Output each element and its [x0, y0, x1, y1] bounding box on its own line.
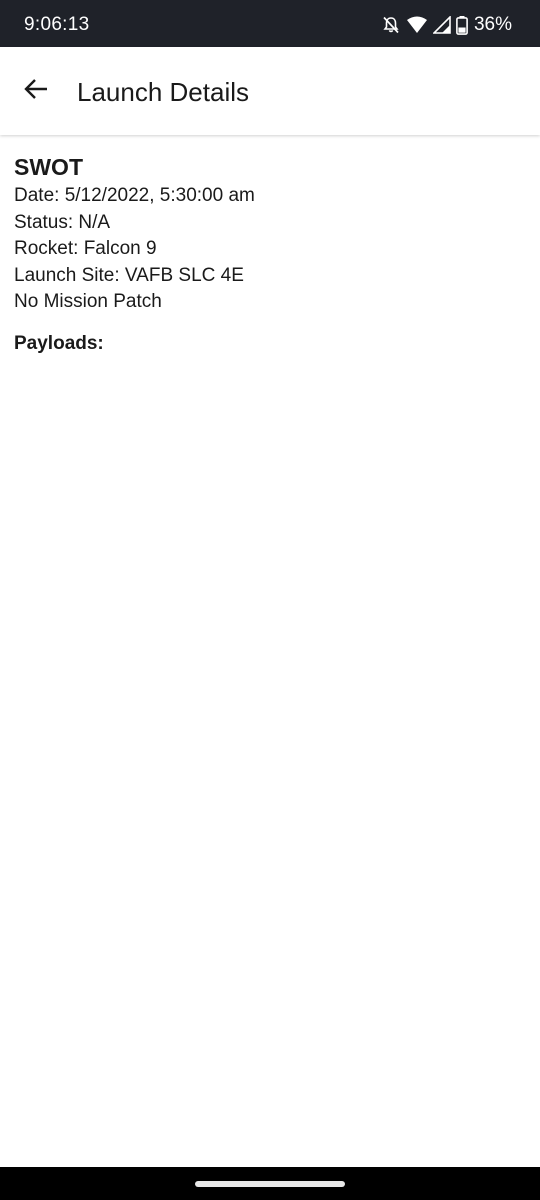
launch-details: SWOT Date: 5/12/2022, 5:30:00 am Status:…	[14, 152, 526, 357]
launch-status: Status: N/A	[14, 211, 111, 233]
battery-icon	[456, 15, 468, 35]
mission-patch-status: No Mission Patch	[14, 291, 162, 312]
back-button[interactable]	[14, 69, 58, 113]
navigation-bar	[0, 1167, 540, 1200]
app-bar: Launch Details	[0, 47, 540, 135]
bell-off-icon	[381, 15, 401, 35]
launch-rocket: Rocket: Falcon 9	[14, 238, 157, 259]
battery-percent: 36%	[473, 14, 512, 35]
launch-date: Date: 5/12/2022, 5:30:00 am	[14, 185, 255, 206]
mission-name: SWOT	[14, 154, 83, 180]
status-bar: 9:06:13 36%	[0, 0, 540, 47]
payloads-heading: Payloads:	[14, 332, 104, 354]
page-title: Launch Details	[77, 77, 249, 107]
arrow-left-icon	[23, 77, 49, 106]
signal-icon	[432, 16, 451, 34]
launch-site: Launch Site: VAFB SLC 4E	[14, 264, 244, 286]
status-icons: 36%	[381, 14, 512, 36]
status-time: 9:06:13	[24, 14, 90, 35]
home-gesture-handle[interactable]	[195, 1181, 345, 1187]
wifi-icon	[406, 16, 428, 34]
